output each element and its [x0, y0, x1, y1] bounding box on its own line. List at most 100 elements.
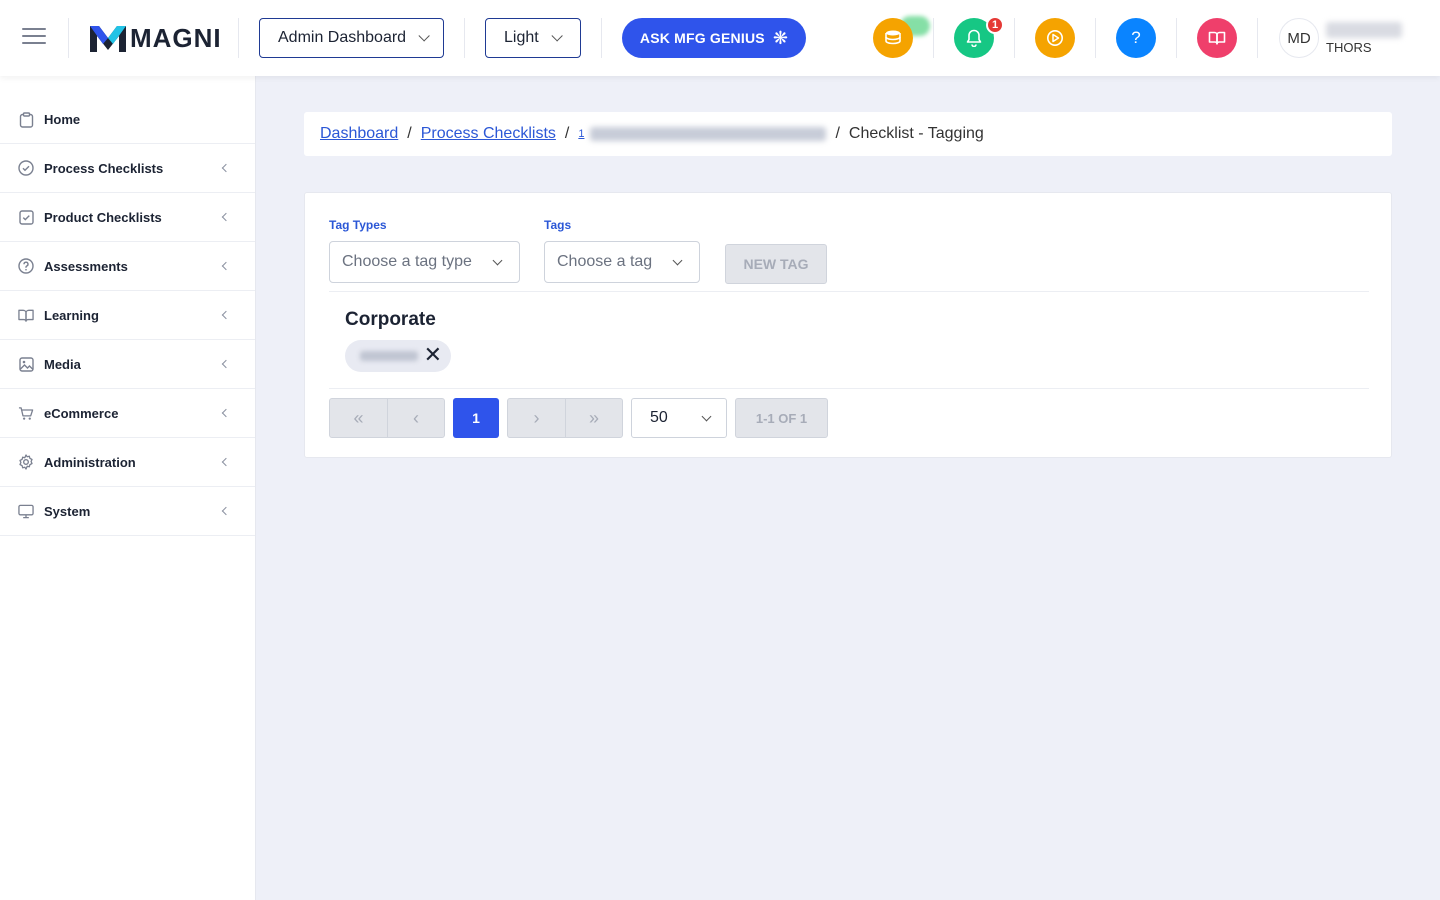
sidebar-item-product-checklists[interactable]: Product Checklists	[0, 193, 255, 242]
breadcrumb-checklist-link[interactable]: 1	[578, 128, 584, 140]
avatar-initials: MD	[1287, 29, 1311, 47]
breadcrumb-separator: /	[407, 125, 412, 142]
dashboard-select[interactable]: Admin Dashboard	[259, 18, 444, 58]
user-avatar[interactable]: MD	[1279, 18, 1319, 58]
sidebar: Home Process Checklists Product Checklis…	[0, 76, 256, 900]
breadcrumb-separator: /	[835, 125, 840, 142]
tag-types-label: Tag Types	[329, 218, 387, 232]
chevron-left-icon	[221, 261, 231, 271]
chevron-right-icon: ›	[533, 407, 540, 428]
tag-type-select-placeholder: Choose a tag type	[342, 253, 472, 270]
last-page-button[interactable]: »	[565, 398, 623, 438]
help-button[interactable]: ?	[1116, 18, 1156, 58]
breadcrumb-checklist-name-redacted[interactable]	[590, 127, 827, 141]
user-name-redacted[interactable]	[1326, 22, 1402, 38]
user-organization: THORS	[1326, 40, 1372, 55]
double-chevron-right-icon: »	[588, 407, 599, 428]
divider	[329, 388, 1369, 389]
chevron-left-icon	[221, 163, 231, 173]
divider	[1257, 18, 1258, 58]
sidebar-item-administration[interactable]: Administration	[0, 438, 255, 487]
chevron-down-icon	[701, 411, 712, 422]
tag-select-placeholder: Choose a tag	[557, 253, 653, 270]
theme-select[interactable]: Light	[485, 18, 581, 58]
breadcrumb-separator: /	[564, 125, 570, 142]
dashboard-select-value: Admin Dashboard	[278, 29, 407, 46]
theme-select-value: Light	[504, 29, 539, 46]
next-page-button[interactable]: ›	[507, 398, 566, 438]
chevron-left-icon	[221, 506, 231, 516]
page-number-button[interactable]: 1	[453, 398, 499, 438]
chevron-left-icon	[221, 212, 231, 222]
pagination-range: 1-1 OF 1	[735, 398, 828, 438]
cart-icon	[18, 405, 34, 421]
sidebar-item-label: eCommerce	[44, 405, 119, 421]
sidebar-item-system[interactable]: System	[0, 487, 255, 536]
divider	[238, 18, 239, 58]
breadcrumb-current: Checklist - Tagging	[848, 125, 984, 142]
chevron-down-icon	[418, 30, 430, 42]
page-size-select[interactable]: 50	[631, 398, 727, 438]
previous-page-button[interactable]: ‹	[387, 398, 445, 438]
chevron-down-icon	[672, 255, 683, 266]
sidebar-item-media[interactable]: Media	[0, 340, 255, 389]
sidebar-item-label: Administration	[44, 454, 136, 470]
coins-icon	[885, 30, 901, 45]
sidebar-item-label: Home	[44, 112, 81, 127]
chevron-left-icon	[221, 359, 231, 369]
divider	[464, 18, 465, 58]
sidebar-item-label: Assessments	[44, 258, 128, 274]
question-circle-icon	[18, 258, 34, 274]
ask-mfg-genius-button[interactable]: ASK MFG GENIUS ❋	[622, 18, 806, 58]
check-square-icon	[18, 209, 34, 225]
tagging-card: Tag Types Choose a tag type Tags Choose …	[304, 192, 1392, 458]
sidebar-item-assessments[interactable]: Assessments	[0, 242, 255, 291]
library-button[interactable]	[1197, 18, 1237, 58]
notifications-button[interactable]: 1	[954, 16, 1004, 58]
divider	[601, 18, 602, 58]
breadcrumb: Dashboard / Process Checklists / 1 / Che…	[304, 112, 1392, 156]
monitor-icon	[18, 503, 34, 519]
clipboard-icon	[18, 111, 34, 128]
divider	[933, 18, 934, 58]
divider	[1176, 18, 1177, 58]
book-icon	[18, 307, 34, 323]
notification-count-badge: 1	[986, 16, 1004, 34]
top-header: MAGNI Admin Dashboard Light ASK MFG GENI…	[0, 0, 1440, 76]
sidebar-item-process-checklists[interactable]: Process Checklists	[0, 144, 255, 193]
divider	[1095, 18, 1096, 58]
tag-type-select[interactable]: Choose a tag type	[329, 241, 520, 283]
page-size-value: 50	[650, 409, 668, 426]
chevron-left-icon: ‹	[413, 407, 419, 428]
video-tutorials-button[interactable]	[1035, 18, 1075, 58]
remove-tag-icon[interactable]: ✕	[424, 344, 442, 366]
double-chevron-left-icon: «	[353, 407, 364, 428]
sidebar-item-learning[interactable]: Learning	[0, 291, 255, 340]
divider	[329, 291, 1369, 292]
tags-label: Tags	[544, 218, 572, 232]
magni-logo-icon	[90, 26, 126, 52]
sidebar-item-label: Media	[44, 356, 81, 372]
check-circle-icon	[18, 160, 34, 176]
breadcrumb-dashboard-link[interactable]: Dashboard	[320, 125, 398, 143]
sidebar-item-label: Process Checklists	[44, 160, 164, 176]
coins-button[interactable]	[873, 18, 913, 58]
tag-chip-label-redacted	[360, 351, 418, 361]
app-logo[interactable]: MAGNI	[90, 22, 222, 54]
menu-toggle-icon[interactable]	[22, 28, 46, 48]
tag-group-title: Corporate	[345, 309, 436, 330]
play-circle-icon	[1047, 30, 1063, 46]
first-page-button[interactable]: «	[329, 398, 388, 438]
new-tag-button[interactable]: NEW TAG	[725, 244, 827, 284]
sidebar-item-label: System	[44, 503, 91, 519]
chevron-left-icon	[221, 457, 231, 467]
gear-icon	[18, 454, 34, 470]
sidebar-item-home[interactable]: Home	[0, 96, 255, 144]
chevron-down-icon	[492, 255, 503, 266]
breadcrumb-process-checklists-link[interactable]: Process Checklists	[421, 125, 556, 143]
logo-text: MAGNI	[130, 22, 222, 53]
sidebar-item-ecommerce[interactable]: eCommerce	[0, 389, 255, 438]
sidebar-item-label: Product Checklists	[44, 209, 162, 225]
tag-select[interactable]: Choose a tag	[544, 241, 700, 283]
help-icon: ?	[1131, 28, 1141, 47]
